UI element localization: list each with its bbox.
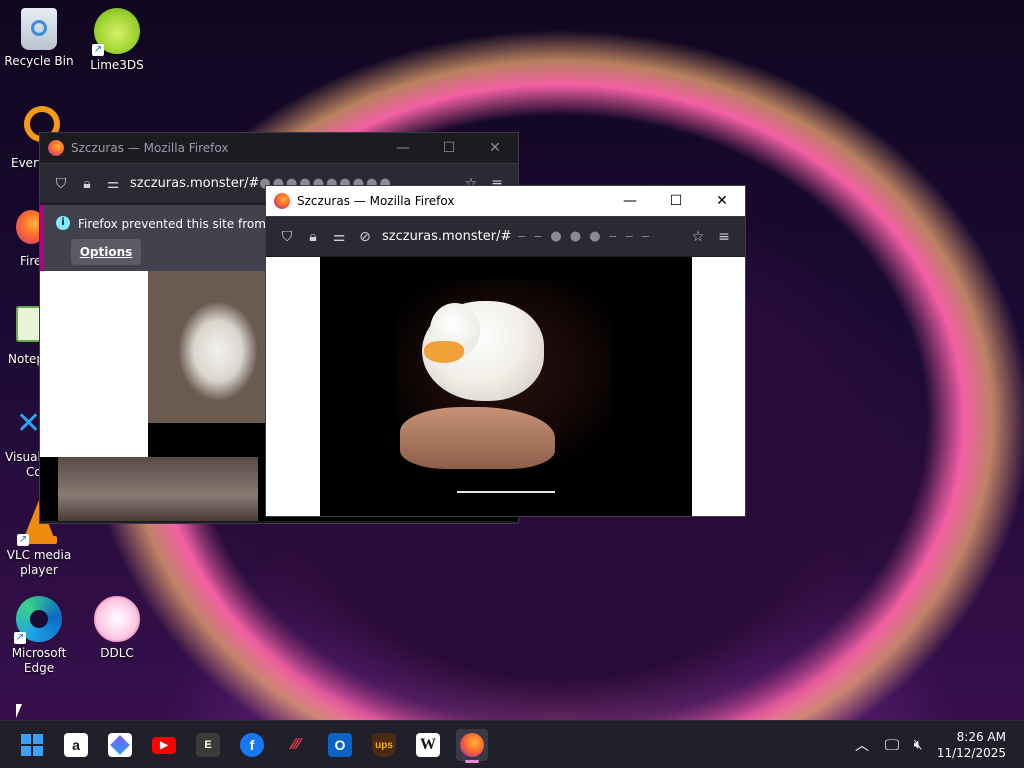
desktop-icon-label: Recycle Bin [4,54,74,68]
amazon-icon: a [64,733,88,757]
youtube-icon: ▶ [152,736,176,754]
taskbar-copilot[interactable] [104,729,136,761]
desktop-icon-label: DDLC [100,646,134,660]
shortcut-arrow-icon: ↗ [14,632,26,644]
outlook-icon: O [328,733,352,757]
clock[interactable]: 8:26 AM 11/12/2025 [937,729,1006,761]
info-icon: i [56,216,70,230]
close-button[interactable]: ✕ [699,186,745,216]
active-indicator [465,760,479,763]
page-content [266,257,745,516]
bookmark-star-icon[interactable]: ☆ [685,229,711,245]
duck-video-partial [58,457,258,521]
desktop-icon-label: VLC media player [6,548,72,577]
show-hidden-icons-chevron-icon[interactable]: ︿ [850,735,874,755]
notification-text: Firefox prevented this site from ope [78,217,293,231]
lime3ds-icon: ↗ [92,8,140,56]
firefox-logo-icon [48,140,64,156]
shield-icon[interactable]: ⛉ [48,176,74,192]
shortcut-arrow-icon: ↗ [17,534,29,546]
desktop-icon-edge[interactable]: ↗ Microsoft Edge [0,596,78,676]
lock-icon[interactable]: 🔒︎ [74,176,100,192]
maximize-button[interactable]: ☐ [653,186,699,216]
ddlc-icon [94,596,140,642]
minimize-button[interactable]: — [380,133,426,163]
wikipedia-icon: W [416,733,440,757]
shield-icon[interactable]: ⛉ [274,229,300,245]
minimize-button[interactable]: — [607,186,653,216]
maximize-button[interactable]: ☐ [426,133,472,163]
video-progress-bar[interactable] [457,491,555,493]
firefox-logo-icon [274,193,290,209]
taskbar: a ▶ E f ⁄⁄⁄ O ups W ︿ 🖵︎ 🔇︎ 8:26 AM 11/1… [0,720,1024,768]
desktop-icon-partial-label: Visual [5,450,41,464]
menu-icon[interactable]: ≡ [711,229,737,245]
lock-icon[interactable]: 🔒︎ [300,229,326,245]
permissions-icon[interactable]: ⚌ [100,176,126,192]
page-blank-area [40,271,148,457]
taskbar-firefox[interactable] [456,729,488,763]
volume-muted-icon[interactable]: 🔇︎ [906,737,930,753]
epic-games-icon: E [196,733,220,757]
taskbar-amazon[interactable]: a [60,729,92,761]
url-bar[interactable]: szczuras.monster/# ‒ ‒ ● ● ● ‒ ‒ ‒ [382,229,685,244]
desktop-icon-recycle-bin[interactable]: Recycle Bin [0,8,78,69]
taskbar-youtube[interactable]: ▶ [148,729,180,761]
duck-video[interactable] [320,257,692,516]
window-title: Szczuras — Mozilla Firefox [297,194,455,208]
start-button[interactable] [16,729,48,761]
facebook-icon: f [240,733,264,757]
title-bar[interactable]: Szczuras — Mozilla Firefox — ☐ ✕ [266,186,745,216]
stripes-icon: ⁄⁄⁄ [291,736,300,753]
system-tray: ︿ 🖵︎ 🔇︎ [850,721,930,768]
desktop-icon-label: Microsoft Edge [11,646,67,675]
clock-time: 8:26 AM [956,730,1006,744]
clock-date: 11/12/2025 [936,746,1006,760]
shortcut-arrow-icon: ↗ [92,44,104,56]
firefox-icon [460,733,484,757]
taskbar-bookmarks[interactable]: ⁄⁄⁄ [280,729,312,761]
options-button[interactable]: Options [71,239,141,265]
firefox-window-front[interactable]: Szczuras — Mozilla Firefox — ☐ ✕ ⛉ 🔒︎ ⚌ … [265,185,746,517]
taskbar-epic-games[interactable]: E [192,729,224,761]
video-hand [400,407,555,469]
network-icon[interactable]: 🖵︎ [878,736,906,754]
autoplay-blocked-icon[interactable]: ⊘ [352,229,378,245]
taskbar-wikipedia[interactable]: W [412,729,444,761]
title-bar[interactable]: Szczuras — Mozilla Firefox — ☐ ✕ [40,133,518,163]
taskbar-ups[interactable]: ups [368,729,400,761]
desktop-icon-ddlc[interactable]: DDLC [78,596,156,661]
edge-icon: ↗ [14,596,62,644]
copilot-icon [108,733,132,757]
nav-toolbar: ⛉ 🔒︎ ⚌ ⊘ szczuras.monster/# ‒ ‒ ● ● ● ‒ … [266,216,745,256]
desktop-icon-label: Lime3DS [90,58,144,72]
window-title: Szczuras — Mozilla Firefox [71,141,229,155]
ups-icon: ups [372,733,396,757]
video-duck-beak [424,341,464,363]
close-button[interactable]: ✕ [472,133,518,163]
mouse-cursor-icon [16,704,22,718]
duck-video[interactable] [148,271,268,423]
windows-logo-icon [21,734,43,756]
recycle-bin-icon [21,8,57,50]
taskbar-outlook[interactable]: O [324,729,356,761]
desktop-icon-lime3ds[interactable]: ↗ Lime3DS [78,8,156,73]
taskbar-facebook[interactable]: f [236,729,268,761]
permissions-icon[interactable]: ⚌ [326,229,352,245]
